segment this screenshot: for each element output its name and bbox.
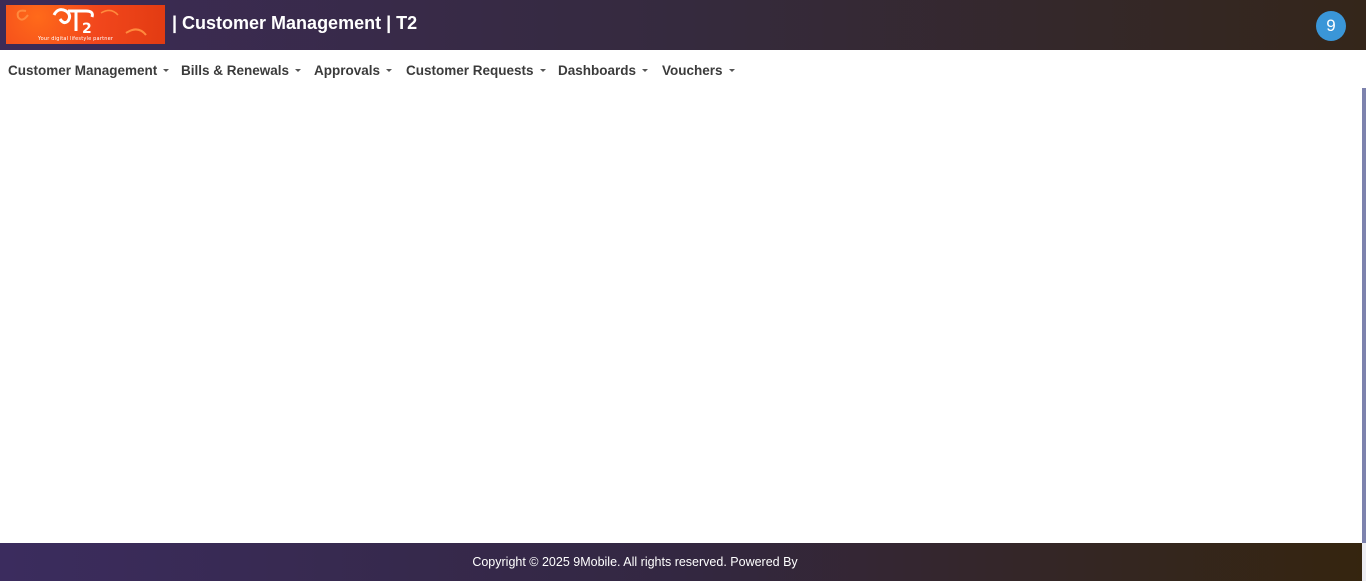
nav-vouchers[interactable]: Vouchers xyxy=(662,62,735,78)
page-title: | Customer Management | T2 xyxy=(172,13,418,33)
nav-dashboards-label: Dashboards xyxy=(558,62,637,78)
nav-approvals-label: Approvals xyxy=(314,62,381,78)
notification-badge[interactable]: 9 xyxy=(1316,11,1346,41)
chevron-down-icon xyxy=(642,68,649,72)
svg-text:2: 2 xyxy=(82,21,92,37)
scrollbar-thumb[interactable] xyxy=(1362,88,1366,543)
nav-approvals[interactable]: Approvals xyxy=(314,62,393,78)
chevron-down-icon xyxy=(295,68,302,72)
nav-bills-renewals[interactable]: Bills & Renewals xyxy=(181,62,302,78)
chevron-down-icon xyxy=(728,68,735,72)
nav-customer-management[interactable]: Customer Management xyxy=(8,62,170,78)
chevron-down-icon xyxy=(539,68,546,72)
top-header-bar: 2 Your digital lifestyle partner | Custo… xyxy=(0,0,1366,50)
chevron-down-icon xyxy=(163,68,170,72)
nav-customer-management-label: Customer Management xyxy=(8,62,158,78)
page-footer: Copyright © 2025 9Mobile. All rights res… xyxy=(0,543,1362,581)
nav-customer-requests[interactable]: Customer Requests xyxy=(406,62,546,78)
main-navigation: Customer Management Bills & Renewals App… xyxy=(0,50,1366,88)
nav-vouchers-label: Vouchers xyxy=(662,62,723,78)
copyright-text: Copyright © 2025 9Mobile. All rights res… xyxy=(472,555,798,569)
nav-customer-requests-label: Customer Requests xyxy=(406,62,534,78)
chevron-down-icon xyxy=(386,68,393,72)
nav-dashboards[interactable]: Dashboards xyxy=(558,62,649,78)
nav-bills-renewals-label: Bills & Renewals xyxy=(181,62,290,78)
logo-tagline: Your digital lifestyle partner xyxy=(38,36,114,42)
t2-logo[interactable]: 2 Your digital lifestyle partner xyxy=(6,5,165,44)
page-scrollbar[interactable] xyxy=(1362,88,1366,581)
